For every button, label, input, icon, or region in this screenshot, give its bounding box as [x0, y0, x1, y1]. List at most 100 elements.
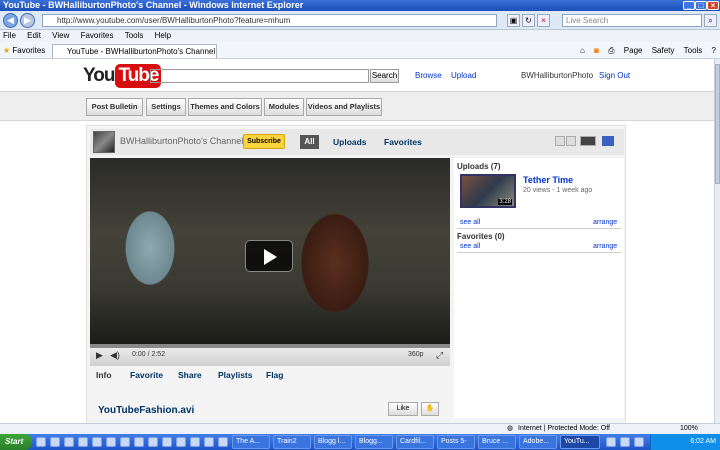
youtube-search-button[interactable]: Search — [370, 69, 399, 83]
feeds-icon[interactable]: ◙ — [594, 46, 599, 55]
subscribe-button[interactable]: Subscribe — [243, 134, 285, 149]
browser-tab-youtube[interactable]: YouTube - BWHalliburtonPhoto's Channel — [52, 44, 217, 58]
task-button[interactable]: Train2 — [273, 435, 311, 449]
forward-button[interactable]: ▶ — [20, 13, 35, 28]
menu-file[interactable]: File — [3, 31, 16, 40]
quicklaunch-icon[interactable] — [106, 437, 116, 447]
stop-icon[interactable]: × — [537, 14, 550, 27]
themes-button[interactable]: Themes and Colors — [188, 98, 262, 116]
scrollbar-thumb[interactable] — [715, 64, 720, 184]
player-view-icon[interactable] — [580, 136, 596, 146]
task-button[interactable]: Adobe... — [519, 435, 557, 449]
uploads-see-all-link[interactable]: see all — [460, 219, 480, 226]
quicklaunch-icon[interactable] — [148, 437, 158, 447]
favorites-button[interactable]: Favorites — [12, 46, 45, 55]
tray-icon[interactable] — [634, 437, 644, 447]
quicklaunch-icon[interactable] — [190, 437, 200, 447]
home-icon[interactable]: ⌂ — [580, 46, 585, 55]
play-overlay-button[interactable] — [245, 240, 293, 272]
quicklaunch-icon[interactable] — [162, 437, 172, 447]
playlists-tab[interactable]: Playlists — [218, 370, 253, 380]
vertical-scrollbar[interactable] — [714, 59, 720, 423]
sign-out-link[interactable]: Sign Out — [599, 71, 630, 80]
tab-all[interactable]: All — [300, 135, 319, 149]
close-button[interactable]: × — [707, 1, 719, 10]
share-tab[interactable]: Share — [178, 370, 202, 380]
quicklaunch-icon[interactable] — [92, 437, 102, 447]
browse-link[interactable]: Browse — [415, 71, 442, 80]
quicklaunch-icon[interactable] — [134, 437, 144, 447]
dislike-button[interactable]: ✋ — [421, 402, 439, 416]
maximize-button[interactable]: □ — [695, 1, 707, 10]
task-button[interactable]: The A... — [232, 435, 270, 449]
fullscreen-icon[interactable]: ⤢ — [436, 350, 443, 361]
menu-edit[interactable]: Edit — [27, 31, 41, 40]
safety-menu[interactable]: Safety — [652, 46, 675, 55]
upload-link[interactable]: Upload — [451, 71, 476, 80]
modules-button[interactable]: Modules — [264, 98, 304, 116]
task-button[interactable]: Bruce ... — [478, 435, 516, 449]
quicklaunch-icon[interactable] — [50, 437, 60, 447]
compatibility-icon[interactable]: ▣ — [507, 14, 520, 27]
task-button[interactable]: Blogg... — [355, 435, 393, 449]
menu-view[interactable]: View — [52, 31, 69, 40]
quality-button[interactable]: 360p — [408, 351, 424, 358]
quicklaunch-icon[interactable] — [204, 437, 214, 447]
favorites-arrange-link[interactable]: arrange — [593, 243, 617, 250]
page-menu[interactable]: Page — [624, 46, 643, 55]
prev-arrow-icon[interactable] — [555, 136, 565, 146]
tray-icon[interactable] — [606, 437, 616, 447]
help-icon[interactable]: ? — [712, 46, 716, 55]
zoom-level[interactable]: 100% — [680, 424, 698, 434]
tray-icon[interactable] — [620, 437, 630, 447]
favorite-tab[interactable]: Favorite — [130, 370, 163, 380]
flag-tab[interactable]: Flag — [266, 370, 283, 380]
security-zone[interactable]: Internet | Protected Mode: Off — [518, 424, 610, 434]
refresh-icon[interactable]: ↻ — [522, 14, 535, 27]
tab-uploads[interactable]: Uploads — [333, 137, 367, 147]
task-button-active[interactable]: YouTu... — [560, 435, 600, 449]
quicklaunch-icon[interactable] — [120, 437, 130, 447]
video-link[interactable]: Tether Time — [523, 175, 573, 185]
quicklaunch-icon[interactable] — [36, 437, 46, 447]
grid-view-icon[interactable] — [602, 136, 614, 146]
next-arrow-icon[interactable] — [566, 136, 576, 146]
minimize-button[interactable]: _ — [683, 1, 695, 10]
favorites-see-all-link[interactable]: see all — [460, 243, 480, 250]
post-bulletin-button[interactable]: Post Bulletin — [86, 98, 143, 116]
menu-help[interactable]: Help — [155, 31, 171, 40]
tab-favorites[interactable]: Favorites — [384, 137, 422, 147]
play-button-icon[interactable]: ▶ — [96, 350, 103, 361]
volume-icon[interactable]: ◀) — [110, 350, 120, 361]
search-icon[interactable]: ⌕ — [704, 14, 717, 27]
videos-playlists-button[interactable]: Videos and Playlists — [306, 98, 382, 116]
settings-button[interactable]: Settings — [146, 98, 186, 116]
username-menu[interactable]: BWHalliburtonPhoto — [521, 71, 593, 80]
menu-favorites[interactable]: Favorites — [81, 31, 114, 40]
channel-avatar[interactable] — [93, 131, 115, 153]
task-button[interactable]: Blogg l... — [314, 435, 352, 449]
video-title[interactable]: YouTubeFashion.avi — [98, 405, 194, 416]
clock[interactable]: 6:02 AM — [690, 438, 716, 445]
live-search-input[interactable]: Live Search — [562, 14, 702, 27]
progress-bar[interactable] — [90, 344, 450, 348]
video-player[interactable]: ▶ ◀) 0:00 / 2:52 360p ⤢ — [90, 158, 450, 366]
task-button[interactable]: Cardfil... — [396, 435, 434, 449]
quicklaunch-icon[interactable] — [78, 437, 88, 447]
task-button[interactable]: Posts 5- — [437, 435, 475, 449]
info-tab[interactable]: Info — [96, 370, 112, 380]
back-button[interactable]: ◀ — [3, 13, 18, 28]
print-icon[interactable]: ⎙ — [608, 46, 614, 55]
favorites-star-icon: ★ — [3, 46, 11, 55]
video-thumbnail[interactable]: 3:28 — [460, 174, 516, 208]
start-button[interactable]: Start — [0, 434, 32, 450]
like-button[interactable]: Like — [388, 402, 418, 416]
quicklaunch-icon[interactable] — [218, 437, 228, 447]
tools-menu[interactable]: Tools — [684, 46, 703, 55]
menu-tools[interactable]: Tools — [125, 31, 144, 40]
url-field[interactable]: http://www.youtube.com/user/BWHalliburto… — [42, 14, 497, 27]
youtube-search-input[interactable] — [150, 69, 369, 83]
quicklaunch-icon[interactable] — [64, 437, 74, 447]
quicklaunch-icon[interactable] — [176, 437, 186, 447]
uploads-arrange-link[interactable]: arrange — [593, 219, 617, 226]
